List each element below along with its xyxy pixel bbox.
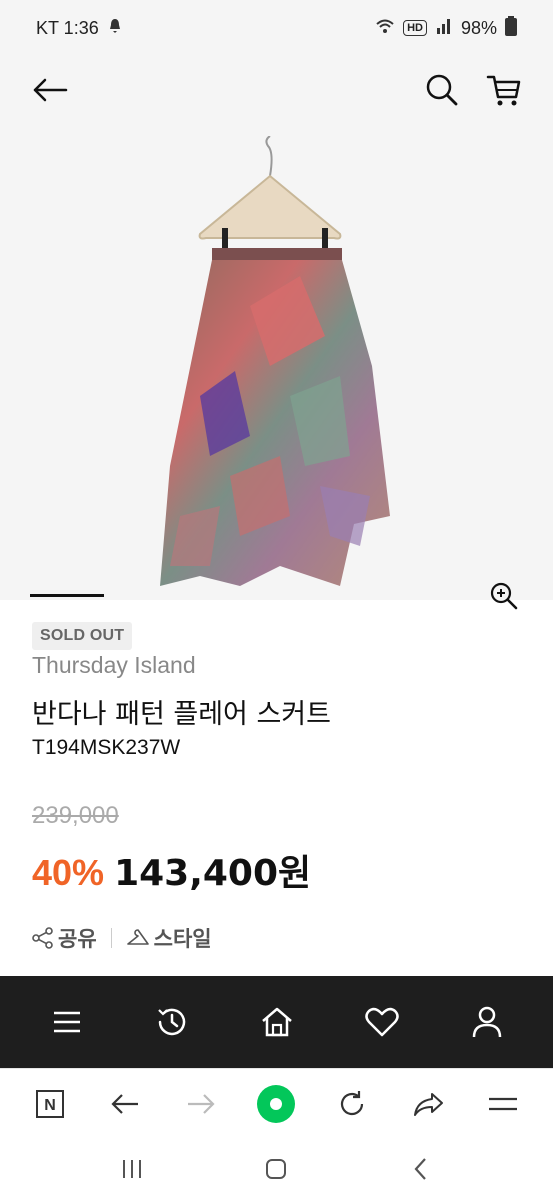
tab-menu[interactable] <box>41 996 93 1048</box>
refresh-icon <box>340 1090 364 1115</box>
sale-price: 143,400원 <box>114 853 312 894</box>
naver-green-dot-button[interactable] <box>254 1082 298 1126</box>
recent-apps-icon <box>123 1160 142 1178</box>
product-code: T194MSK237W <box>32 736 181 759</box>
recent-apps-button[interactable] <box>110 1147 154 1191</box>
naver-logo-text: N <box>44 1097 56 1114</box>
tab-home[interactable] <box>251 996 303 1048</box>
product-image <box>160 136 390 586</box>
share-button[interactable]: 공유 <box>32 923 97 953</box>
search-icon <box>426 74 458 106</box>
browser-back-button[interactable] <box>103 1082 147 1126</box>
cart-button[interactable] <box>482 68 526 112</box>
product-actions: 공유 스타일 <box>32 922 212 954</box>
brand-link[interactable]: Thursday Island <box>32 652 196 679</box>
battery-icon <box>505 15 517 41</box>
zoom-button[interactable] <box>486 578 522 614</box>
share-arrow-icon <box>413 1092 443 1116</box>
history-icon <box>157 1008 185 1036</box>
system-nav-bar <box>0 1138 553 1200</box>
style-label: 스타일 <box>153 927 212 951</box>
arrow-right-icon <box>187 1093 215 1114</box>
price-row: 40% 143,400원 <box>32 844 311 896</box>
hanger-icon <box>126 929 149 945</box>
status-left: KT 1:36 <box>36 17 123 40</box>
status-bar: KT 1:36 HD 98% <box>0 0 553 56</box>
share-label: 공유 <box>58 927 97 951</box>
browser-toolbar: N <box>0 1068 553 1138</box>
heart-icon <box>364 1007 399 1037</box>
carrier-time: KT 1:36 <box>36 17 99 38</box>
hd-badge: HD <box>403 20 427 36</box>
arrow-left-icon <box>33 78 68 102</box>
menu-icon <box>489 1097 518 1110</box>
browser-share-button[interactable] <box>406 1082 450 1126</box>
green-dot-icon <box>257 1084 296 1123</box>
battery-percent: 98% <box>460 17 497 38</box>
share-icon <box>32 927 53 949</box>
refresh-button[interactable] <box>330 1082 374 1126</box>
menu-icon <box>53 1011 80 1033</box>
search-button[interactable] <box>420 68 464 112</box>
top-nav <box>0 56 553 126</box>
style-button[interactable]: 스타일 <box>126 923 212 953</box>
tab-wishlist[interactable] <box>356 996 408 1048</box>
notification-icon <box>107 17 123 40</box>
tab-history[interactable] <box>146 996 198 1048</box>
wifi-icon <box>375 18 395 39</box>
original-price: 239,000 <box>32 802 119 829</box>
discount-rate: 40% <box>32 852 105 893</box>
cart-icon <box>486 75 521 106</box>
image-page-indicator <box>30 594 104 597</box>
home-square-icon <box>266 1159 287 1179</box>
action-divider <box>110 928 112 948</box>
back-button[interactable] <box>28 70 72 110</box>
naver-home-button[interactable]: N <box>28 1082 72 1126</box>
system-home-button[interactable] <box>254 1147 298 1191</box>
browser-forward-button[interactable] <box>179 1082 223 1126</box>
signal-icon <box>435 18 453 39</box>
status-badge: SOLD OUT <box>32 622 133 650</box>
naver-n-icon: N <box>35 1089 64 1118</box>
zoom-in-icon <box>490 582 518 610</box>
system-back-button[interactable] <box>399 1147 443 1191</box>
browser-menu-button[interactable] <box>481 1082 525 1126</box>
bottom-tab-bar <box>0 976 553 1068</box>
chevron-left-icon <box>414 1158 426 1180</box>
arrow-left-icon <box>111 1093 139 1114</box>
product-name: 반다나 패턴 플레어 스커트 <box>32 699 331 730</box>
status-right: HD 98% <box>375 15 517 41</box>
user-icon <box>472 1006 501 1038</box>
home-icon <box>261 1007 292 1037</box>
product-image-gallery[interactable] <box>0 56 553 610</box>
tab-profile[interactable] <box>461 996 513 1048</box>
